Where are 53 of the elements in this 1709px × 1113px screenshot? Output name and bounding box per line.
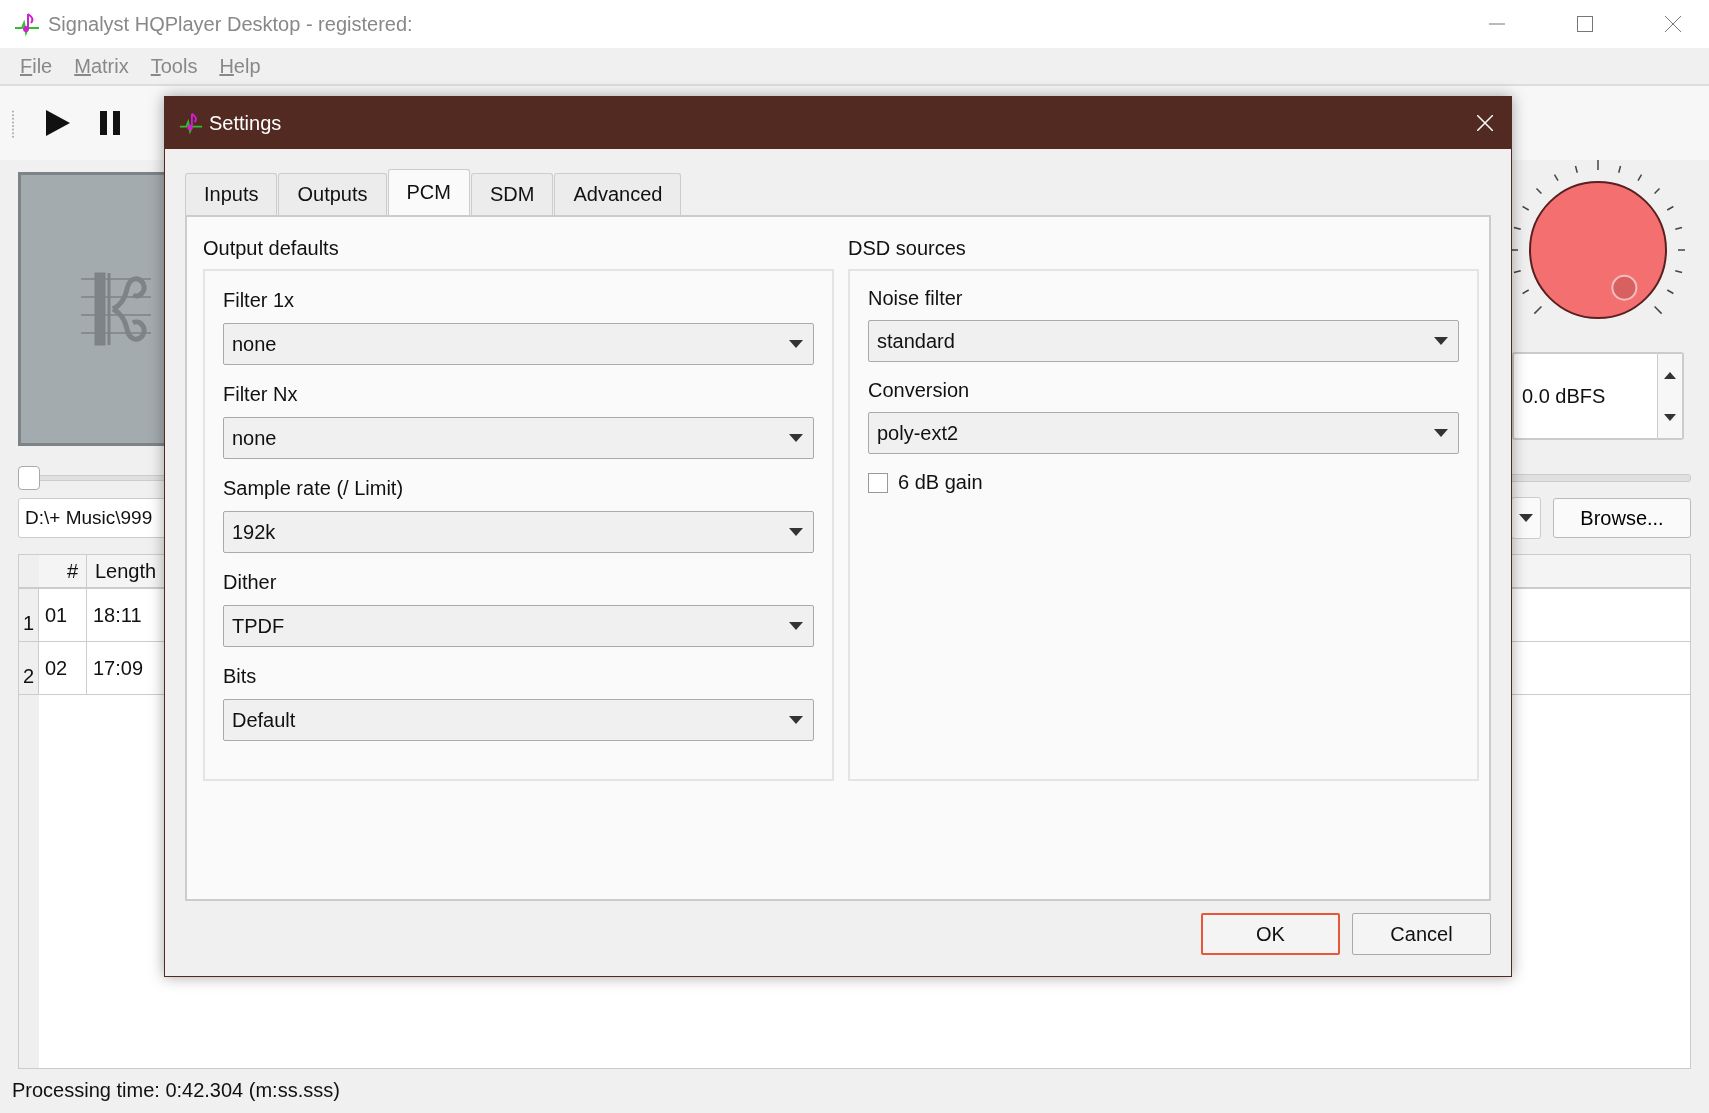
field-label: Bits (223, 663, 258, 689)
app-logo-icon (14, 11, 40, 37)
group-title: DSD sources (848, 237, 967, 261)
tab[interactable]: Outputs (278, 173, 387, 215)
volume-spinbox[interactable]: 0.0 dBFS (1512, 352, 1684, 440)
dropdown[interactable]: 192k (223, 511, 814, 553)
group-title: Output defaults (203, 237, 340, 261)
caret-icon (789, 622, 803, 630)
maximize-icon[interactable] (1577, 16, 1593, 32)
dropdown[interactable]: none (223, 417, 814, 459)
dialog-button[interactable]: OK (1201, 913, 1340, 955)
up-arrow-icon[interactable] (1664, 371, 1676, 379)
down-arrow-icon[interactable] (1664, 413, 1676, 421)
tab[interactable]: PCM (387, 169, 470, 215)
row-header[interactable]: 2 (19, 642, 39, 694)
caret-icon (789, 340, 803, 348)
dropdown[interactable]: Default (223, 699, 814, 741)
caret-icon (1434, 337, 1448, 345)
browse-button[interactable]: Browse... (1553, 498, 1691, 538)
caret-icon (1434, 429, 1448, 437)
dropdown[interactable]: standard (868, 320, 1459, 362)
toolbar-grip-icon (10, 108, 16, 138)
tab[interactable]: SDM (471, 173, 554, 215)
field-label: Filter Nx (223, 381, 299, 407)
path-dropdown-button[interactable] (1511, 497, 1541, 539)
play-icon[interactable] (46, 110, 70, 136)
column-header[interactable]: # (39, 555, 87, 587)
field-label: Filter 1x (223, 287, 296, 313)
dialog-button[interactable]: Cancel (1352, 913, 1491, 955)
caret-icon (1519, 514, 1533, 522)
caret-icon (789, 528, 803, 536)
dialog-title: Settings (209, 111, 282, 135)
checkbox-label[interactable]: 6 dB gain (898, 471, 983, 494)
dropdown[interactable]: none (223, 323, 814, 365)
caret-icon (789, 434, 803, 442)
alto-clef-icon (81, 269, 151, 349)
caret-icon (789, 716, 803, 724)
table-cell: 02 (39, 642, 87, 694)
window-title: Signalyst HQPlayer Desktop - registered: (48, 12, 413, 36)
field-label: Dither (223, 569, 278, 595)
app-logo-icon (179, 111, 203, 135)
field-label: Sample rate (/ Limit) (223, 475, 405, 501)
field-label: Conversion (868, 377, 971, 403)
pause-icon[interactable] (100, 111, 120, 135)
field-label: Noise filter (868, 285, 964, 311)
table-cell: 01 (39, 589, 87, 641)
status-text: Processing time: 0:42.304 (m:ss.sss) (11, 1079, 341, 1103)
row-header[interactable]: 1 (19, 589, 39, 641)
tab[interactable]: Inputs (185, 173, 278, 215)
checkbox[interactable] (868, 472, 888, 493)
tab[interactable]: Advanced (554, 173, 682, 215)
dropdown[interactable]: TPDF (223, 605, 814, 647)
dropdown[interactable]: poly-ext2 (868, 412, 1459, 454)
